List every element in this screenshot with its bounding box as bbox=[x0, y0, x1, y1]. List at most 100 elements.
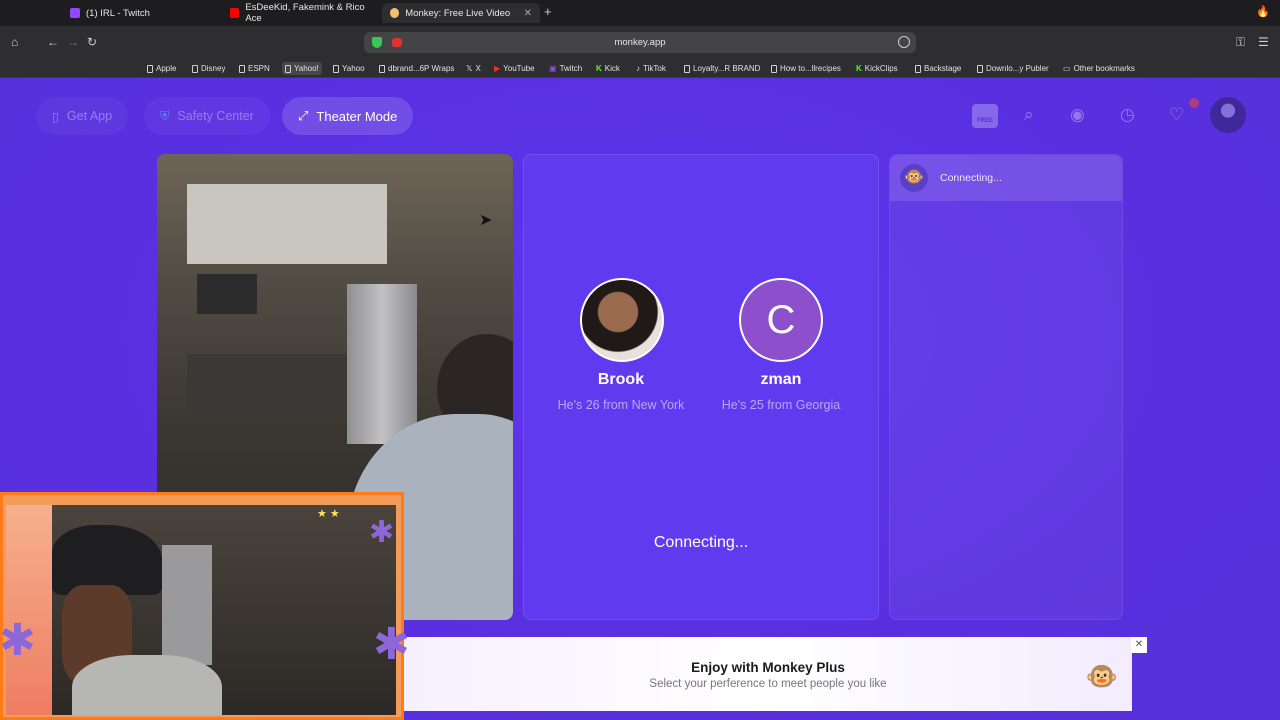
twitch-icon bbox=[70, 8, 80, 18]
match-panel: Brook He's 26 from New York C zman He's … bbox=[523, 154, 879, 620]
stars-icon: ★ ★ bbox=[317, 508, 340, 520]
kickclips-icon: K bbox=[856, 64, 862, 73]
bookmark-icon bbox=[771, 64, 777, 73]
history-icon[interactable]: ◷ bbox=[1120, 105, 1135, 125]
match-name-brook: Brook bbox=[597, 371, 645, 388]
bookmark-item[interactable]: ▭ Other bookmarks bbox=[1063, 62, 1135, 75]
bookmark-item[interactable]: Apple bbox=[147, 62, 176, 75]
kick-icon: K bbox=[596, 64, 602, 73]
bookmark-item[interactable]: 𝕏X bbox=[466, 62, 481, 75]
bookmark-icon bbox=[239, 64, 245, 73]
bookmark-icon bbox=[192, 64, 198, 73]
close-banner-button[interactable]: ✕ bbox=[1131, 637, 1147, 653]
tab-label: EsDeeKid, Fakemink & Rico Ace bbox=[245, 2, 365, 24]
bookmark-item[interactable]: How to...llrecipes bbox=[771, 62, 841, 75]
folder-icon: ▭ bbox=[1063, 64, 1071, 73]
monkey-plus-banner[interactable]: Enjoy with Monkey Plus Select your perfe… bbox=[404, 637, 1132, 711]
match-info-brook: He's 26 from New York bbox=[557, 398, 685, 412]
get-app-button[interactable]: ▯ Get App bbox=[36, 97, 129, 135]
monkey-icon: 🐵 bbox=[900, 164, 928, 192]
bookmark-icon bbox=[147, 64, 153, 73]
reader-icon[interactable] bbox=[898, 36, 910, 48]
bookmark-item[interactable]: ESPN bbox=[239, 62, 270, 75]
overlay-left-panel bbox=[6, 505, 52, 715]
bookmark-icon bbox=[915, 64, 921, 73]
expand-icon: ⤢ bbox=[298, 108, 309, 123]
url-bar[interactable]: monkey.app bbox=[364, 32, 916, 53]
webcam-fridge bbox=[162, 545, 212, 665]
twitch-icon: ▣ bbox=[549, 64, 557, 73]
home-icon[interactable]: ⌂ bbox=[11, 35, 18, 49]
kitchen-cabinets bbox=[187, 184, 387, 264]
tab-twitch[interactable]: (1) IRL - Twitch bbox=[62, 3, 222, 23]
palm-tree-icon: ✱ bbox=[373, 620, 410, 669]
shield-check-icon: ⛨ bbox=[160, 108, 170, 123]
bookmarks-bar: Apple Disney ESPN Yahoo! Yahoo dbrand...… bbox=[0, 58, 1280, 78]
bookmark-item[interactable]: Disney bbox=[192, 62, 225, 75]
chat-panel: 🐵 Connecting... bbox=[889, 154, 1123, 620]
kitchen-counter bbox=[187, 354, 347, 414]
connecting-status: Connecting... bbox=[653, 534, 749, 551]
profile-card-icon[interactable]: ◉ bbox=[1070, 105, 1085, 125]
back-icon[interactable]: ← bbox=[47, 35, 59, 49]
url-text: monkey.app bbox=[614, 37, 666, 48]
tab-monkey[interactable]: Monkey: Free Live Video C ✕ bbox=[382, 3, 540, 23]
tab-youtube[interactable]: EsDeeKid, Fakemink & Rico Ace bbox=[222, 2, 382, 24]
chat-bubble-icon[interactable]: ♡ bbox=[1169, 105, 1184, 125]
bookmark-icon bbox=[684, 64, 690, 73]
phone-icon: ▯ bbox=[52, 109, 59, 124]
x-icon: 𝕏 bbox=[466, 64, 473, 73]
bookmark-item[interactable]: ▶ YouTube bbox=[494, 62, 535, 75]
bookmark-item[interactable]: Yahoo bbox=[333, 62, 365, 75]
brook-avatar[interactable] bbox=[580, 278, 664, 362]
bookmark-icon bbox=[285, 64, 291, 73]
match-info-zman: He's 25 from Georgia bbox=[721, 398, 841, 412]
youtube-icon bbox=[230, 8, 240, 18]
bookmark-icon bbox=[379, 64, 385, 73]
tab-label: Monkey: Free Live Video C bbox=[405, 7, 512, 19]
chat-header: 🐵 Connecting... bbox=[890, 155, 1122, 201]
cursor-icon: ➤ bbox=[479, 212, 493, 229]
zman-avatar[interactable]: C bbox=[739, 278, 823, 362]
free-plus-button[interactable]: FREE bbox=[972, 104, 998, 128]
bookmark-item[interactable]: Backstage bbox=[915, 62, 961, 75]
webcam-person-shirt bbox=[72, 655, 222, 715]
streamer-webcam-overlay: ★ ★ ✱ ✱ ✱ bbox=[0, 492, 410, 720]
address-toolbar: ⌂ ← → ↻ monkey.app ⚿ ☰ bbox=[0, 26, 1280, 58]
free-badge: FREE bbox=[972, 104, 998, 128]
youtube-icon: ▶ bbox=[494, 64, 501, 73]
user-avatar[interactable] bbox=[1210, 97, 1246, 133]
bookmark-item[interactable]: Yahoo! bbox=[282, 62, 322, 75]
new-tab-button[interactable]: + bbox=[544, 4, 552, 19]
tab-label: (1) IRL - Twitch bbox=[86, 7, 150, 19]
bookmark-icon bbox=[977, 64, 983, 73]
search-icon[interactable]: ⌕ bbox=[1024, 105, 1034, 125]
webcam-video bbox=[52, 505, 396, 715]
bookmark-icon bbox=[333, 64, 339, 73]
bookmark-item[interactable]: K KickClips bbox=[856, 62, 898, 75]
reload-icon[interactable]: ↻ bbox=[87, 35, 97, 49]
safety-center-button[interactable]: ⛨ Safety Center bbox=[144, 97, 270, 135]
microwave bbox=[197, 274, 257, 314]
bookmark-item[interactable]: ♪ TikTok bbox=[636, 62, 666, 75]
monkey-mascot-icon: 🐵 bbox=[1085, 661, 1118, 691]
notification-badge bbox=[1189, 98, 1199, 108]
menu-icon[interactable]: ☰ bbox=[1258, 35, 1269, 49]
theater-mode-button[interactable]: ⤢ Theater Mode bbox=[282, 97, 414, 135]
flame-icon[interactable]: 🔥 bbox=[1256, 5, 1270, 18]
palm-tree-icon: ✱ bbox=[369, 516, 395, 549]
forward-icon[interactable]: → bbox=[67, 35, 79, 49]
browser-tab-bar: (1) IRL - Twitch EsDeeKid, Fakemink & Ri… bbox=[0, 0, 1280, 26]
bookmark-item[interactable]: K Kick bbox=[596, 62, 620, 75]
monkey-icon bbox=[390, 8, 400, 18]
chat-status: Connecting... bbox=[940, 172, 1002, 184]
bookmark-item[interactable]: Loyalty...R BRAND bbox=[684, 62, 760, 75]
key-icon[interactable]: ⚿ bbox=[1236, 35, 1245, 50]
close-tab-icon[interactable]: ✕ bbox=[524, 8, 532, 19]
plus-title: Enjoy with Monkey Plus bbox=[691, 660, 845, 675]
bookmark-item[interactable]: dbrand...6P Wraps bbox=[379, 62, 454, 75]
bookmark-item[interactable]: Downlo...y Publer bbox=[977, 62, 1049, 75]
plus-subtitle: Select your perference to meet people yo… bbox=[649, 678, 887, 690]
bookmark-item[interactable]: ▣ Twitch bbox=[549, 62, 582, 75]
tiktok-icon: ♪ bbox=[636, 64, 640, 73]
